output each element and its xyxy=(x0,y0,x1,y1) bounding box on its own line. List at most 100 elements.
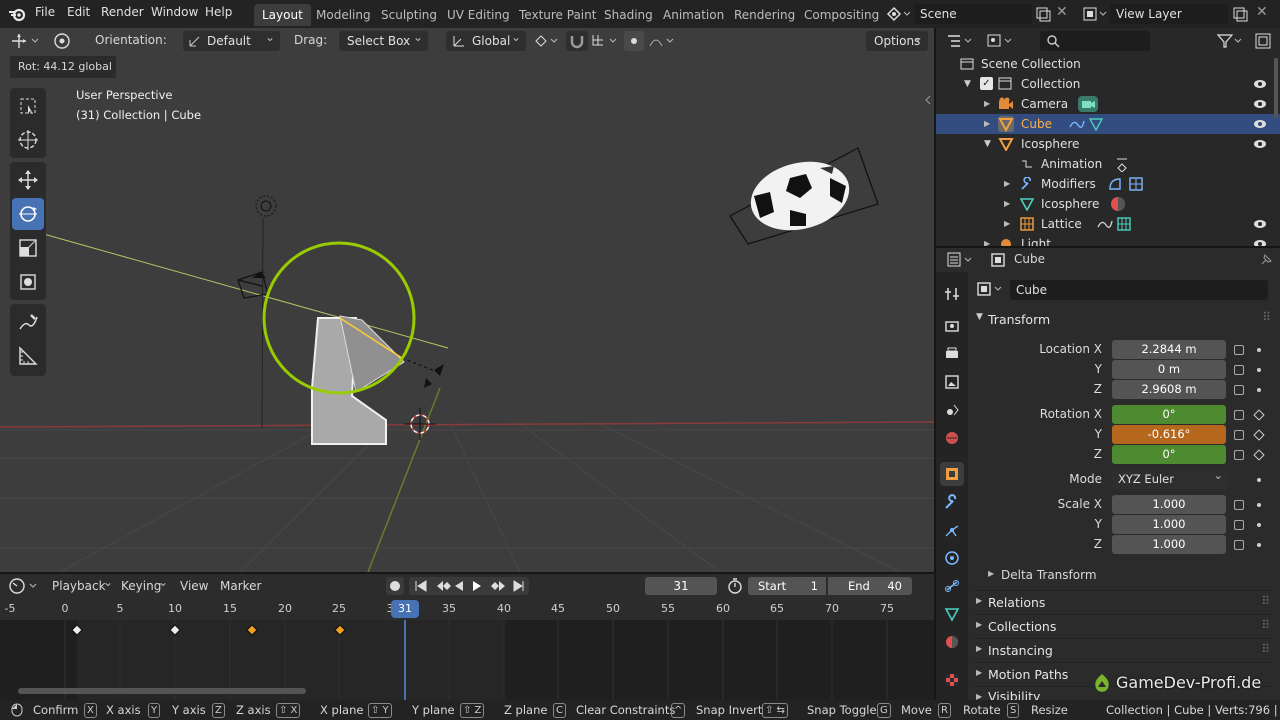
delta-transform-subpanel[interactable]: ▶ Delta Transform xyxy=(984,566,1272,586)
rotate-tool[interactable] xyxy=(12,198,44,230)
tab-view-layer[interactable] xyxy=(940,370,964,394)
instancing-panel-header[interactable]: ▶ Instancing ⠿ xyxy=(972,638,1272,660)
object-type-icon[interactable] xyxy=(976,280,1006,298)
panel-drag-handle-icon[interactable]: ⠿ xyxy=(1261,594,1270,608)
transform-space-dropdown[interactable]: Global xyxy=(446,28,526,51)
remove-scene-icon[interactable]: ✕ xyxy=(1056,4,1068,20)
properties-editor-icon[interactable] xyxy=(946,251,974,269)
current-frame-field[interactable]: 31 xyxy=(645,577,717,595)
orientation-dropdown[interactable]: Default xyxy=(183,28,280,51)
lock-rotation-x-icon[interactable] xyxy=(1234,410,1244,420)
pin-icon[interactable] xyxy=(1258,252,1274,268)
end-frame-field[interactable]: End 40 xyxy=(828,577,912,595)
tab-particles[interactable] xyxy=(940,518,964,542)
keyframe-dot-icon[interactable] xyxy=(1257,348,1261,352)
tab-modifiers[interactable] xyxy=(940,490,964,514)
scale-y-field[interactable]: 1.000 xyxy=(1112,515,1226,534)
tab-constraints[interactable] xyxy=(940,574,964,598)
material-slots-icon[interactable] xyxy=(1110,196,1128,212)
outliner-row-icosphere[interactable]: ▼ Icosphere xyxy=(936,134,1280,154)
tab-rendering[interactable]: Rendering xyxy=(726,4,803,26)
playback-buttons-icon[interactable] xyxy=(409,577,529,595)
lock-location-z-icon[interactable] xyxy=(1234,385,1244,395)
scene-icon[interactable] xyxy=(886,6,910,22)
location-x-field[interactable]: 2.2844 m xyxy=(1112,340,1226,359)
visibility-eye-icon[interactable] xyxy=(1254,99,1266,109)
new-scene-icon[interactable] xyxy=(1035,6,1051,22)
snap-toggle[interactable] xyxy=(566,31,588,51)
outliner[interactable]: Scene Collection ▼ ✓ Collection ▶ Camera… xyxy=(936,28,1280,246)
outliner-row-camera[interactable]: ▶ Camera xyxy=(936,94,1280,114)
object-name-field[interactable]: Cube xyxy=(1010,280,1268,300)
keyframe-dot-icon[interactable] xyxy=(1257,523,1261,527)
falloff-icon[interactable] xyxy=(648,32,676,50)
panel-drag-handle-icon[interactable]: ⠿ xyxy=(1261,642,1270,656)
keyframe-diamond-icon[interactable] xyxy=(1253,449,1265,461)
select-box-tool[interactable] xyxy=(12,90,44,122)
properties-editor[interactable]: Cube Cube ▼ Transform ⠿ Location X 2.284… xyxy=(936,248,1280,700)
lock-scale-z-icon[interactable] xyxy=(1234,540,1244,550)
outliner-row-modifiers[interactable]: ▶ Modifiers xyxy=(936,174,1280,194)
visibility-eye-icon[interactable] xyxy=(1254,79,1266,89)
keyframe-dot-icon[interactable] xyxy=(1257,478,1261,482)
move-tool[interactable] xyxy=(12,164,44,196)
menu-window[interactable]: Window xyxy=(151,5,198,19)
view-menu[interactable]: View xyxy=(180,579,208,593)
outliner-row-icosphere-mesh[interactable]: ▶ Icosphere xyxy=(936,194,1280,214)
lock-rotation-y-icon[interactable] xyxy=(1234,430,1244,440)
tab-layout[interactable]: Layout xyxy=(254,4,311,26)
playhead-frame-badge[interactable]: 31 xyxy=(391,600,419,618)
transform-pivot-icon[interactable] xyxy=(50,31,74,51)
rotation-mode-dropdown[interactable]: XYZ Euler xyxy=(1112,466,1228,489)
tab-object[interactable] xyxy=(940,462,964,486)
blender-logo-icon[interactable] xyxy=(8,6,26,22)
expand-arrow-icon[interactable]: ▶ xyxy=(1004,214,1010,234)
visibility-eye-icon[interactable] xyxy=(1254,239,1266,246)
expand-arrow-icon[interactable]: ▶ xyxy=(984,234,990,246)
keyframe-diamond-icon[interactable] xyxy=(1253,429,1265,441)
rotation-y-field[interactable]: -0.616° xyxy=(1112,425,1226,444)
outliner-search-input[interactable] xyxy=(1040,31,1150,51)
collection-checkbox[interactable]: ✓ xyxy=(980,77,993,90)
lattice-data-icons[interactable] xyxy=(1096,217,1136,231)
lock-scale-y-icon[interactable] xyxy=(1234,520,1244,530)
expand-arrow-icon[interactable]: ▶ xyxy=(984,94,990,114)
lock-rotation-z-icon[interactable] xyxy=(1234,450,1244,460)
keyframe-dot-icon[interactable] xyxy=(1257,503,1261,507)
rotation-z-field[interactable]: 0° xyxy=(1112,445,1226,464)
expand-arrow-icon[interactable]: ▶ xyxy=(1004,174,1010,194)
location-y-field[interactable]: 0 m xyxy=(1112,360,1226,379)
keying-menu[interactable]: Keying xyxy=(121,575,173,593)
transform-tool[interactable] xyxy=(12,266,44,298)
visibility-eye-icon[interactable] xyxy=(1254,119,1266,129)
expand-arrow-icon[interactable]: ▶ xyxy=(984,114,990,134)
tab-animation[interactable]: Animation xyxy=(655,4,732,26)
scale-x-field[interactable]: 1.000 xyxy=(1112,495,1226,514)
rotation-x-field[interactable]: 0° xyxy=(1112,405,1226,424)
tab-material[interactable] xyxy=(940,630,964,654)
proportional-edit-toggle[interactable] xyxy=(624,31,644,51)
timeline-ruler[interactable]: -5 0 5 10 15 20 25 3 35 40 45 50 55 60 6… xyxy=(0,598,934,620)
panel-drag-handle-icon[interactable]: ⠿ xyxy=(1261,618,1270,632)
menu-help[interactable]: Help xyxy=(205,5,232,19)
cube-modifiers-icons[interactable] xyxy=(1068,117,1104,131)
expand-arrow-icon[interactable]: ▶ xyxy=(1004,194,1010,214)
tab-tool[interactable] xyxy=(940,282,964,306)
visibility-eye-icon[interactable] xyxy=(1254,219,1266,229)
panel-drag-handle-icon[interactable]: ⠿ xyxy=(1262,310,1271,324)
remove-view-layer-icon[interactable]: ✕ xyxy=(1256,4,1268,20)
transform-panel-header[interactable]: ▼ Transform ⠿ xyxy=(972,308,1272,330)
view-layer-field[interactable]: View Layer xyxy=(1110,4,1228,24)
location-z-field[interactable]: 2.9608 m xyxy=(1112,380,1226,399)
new-collection-icon[interactable] xyxy=(1254,32,1272,50)
keyframe-dot-icon[interactable] xyxy=(1257,368,1261,372)
timeline-editor[interactable]: Playback Keying View Marker 31 Start 1 E… xyxy=(0,574,934,700)
drag-dropdown[interactable]: Select Box xyxy=(339,28,428,51)
tab-modeling[interactable]: Modeling xyxy=(308,4,379,26)
menu-file[interactable]: File xyxy=(35,5,55,19)
tab-uv-editing[interactable]: UV Editing xyxy=(439,4,518,26)
menu-edit[interactable]: Edit xyxy=(67,5,90,19)
marker-menu[interactable]: Marker xyxy=(220,579,261,593)
tab-sculpting[interactable]: Sculpting xyxy=(373,4,445,26)
tab-data[interactable] xyxy=(940,602,964,626)
